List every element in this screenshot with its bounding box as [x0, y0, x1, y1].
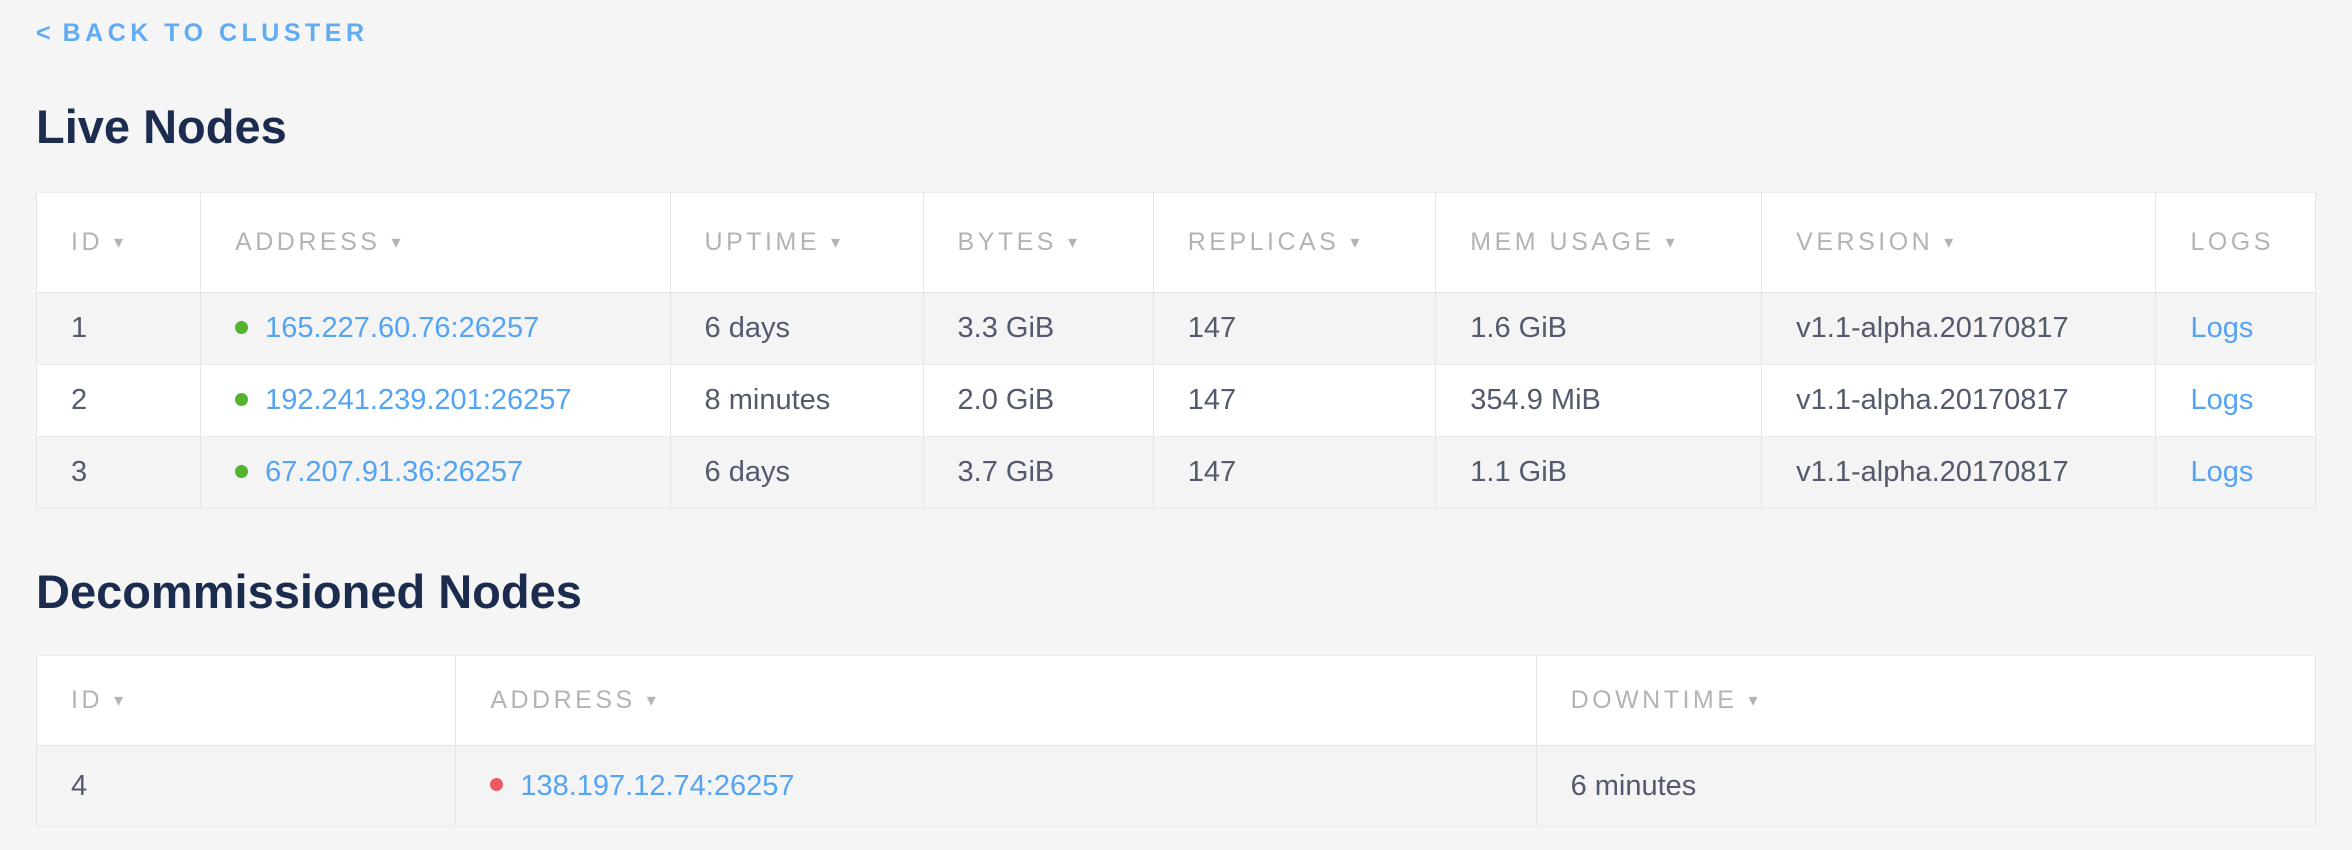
cell-logs: Logs: [2156, 437, 2316, 509]
sort-arrow-icon: ▾: [114, 232, 123, 252]
cell-uptime: 6 days: [670, 437, 923, 509]
column-label: ADDRESS: [490, 686, 635, 714]
logs-link[interactable]: Logs: [2190, 384, 2253, 416]
cell-id: 4: [37, 746, 456, 827]
sort-arrow-icon: ▾: [1350, 232, 1359, 252]
column-label: MEM USAGE: [1470, 228, 1654, 256]
column-label: REPLICAS: [1188, 228, 1340, 256]
cell-version: v1.1-alpha.20170817: [1762, 365, 2156, 437]
cell-bytes: 3.3 GiB: [923, 293, 1153, 365]
cell-address: 165.227.60.76:26257: [201, 293, 670, 365]
live-nodes-section: Live Nodes ID▾ADDRESS▾UPTIME▾BYTES▾REPLI…: [36, 100, 2316, 509]
address-link[interactable]: 138.197.12.74:26257: [520, 770, 794, 802]
cell-address: 67.207.91.36:26257: [201, 437, 670, 509]
live-status-icon: [235, 393, 248, 406]
column-header-mem_usage[interactable]: MEM USAGE ▾: [1436, 193, 1762, 293]
cell-uptime: 8 minutes: [670, 365, 923, 437]
live-nodes-table: ID▾ADDRESS▾UPTIME▾BYTES▾REPLICAS▾MEM USA…: [36, 192, 2316, 509]
column-header-id[interactable]: ID ▾: [37, 193, 201, 293]
cell-uptime: 6 days: [670, 293, 923, 365]
back-to-cluster-link[interactable]: < BACK TO CLUSTER: [36, 18, 369, 48]
cell-mem_usage: 1.6 GiB: [1436, 293, 1762, 365]
cell-id: 3: [37, 437, 201, 509]
live-status-icon: [235, 465, 248, 478]
cell-replicas: 147: [1153, 365, 1436, 437]
table-row: 1 165.227.60.76:26257 6 days3.3 GiB1471.6 …: [37, 293, 2316, 365]
sort-arrow-icon: ▾: [1666, 232, 1675, 252]
cell-bytes: 2.0 GiB: [923, 365, 1153, 437]
cell-replicas: 147: [1153, 437, 1436, 509]
cell-logs: Logs: [2156, 365, 2316, 437]
column-label: ID: [71, 228, 103, 256]
cell-version: v1.1-alpha.20170817: [1762, 293, 2156, 365]
cell-address: 192.241.239.201:26257: [201, 365, 670, 437]
address-link[interactable]: 165.227.60.76:26257: [265, 312, 539, 344]
cell-downtime: 6 minutes: [1536, 746, 2315, 827]
column-header-downtime[interactable]: DOWNTIME ▾: [1536, 656, 2315, 746]
logs-link[interactable]: Logs: [2190, 456, 2253, 488]
cell-id: 2: [37, 365, 201, 437]
column-header-uptime[interactable]: UPTIME ▾: [670, 193, 923, 293]
column-header-id[interactable]: ID ▾: [37, 656, 456, 746]
sort-arrow-icon: ▾: [114, 690, 123, 710]
column-header-address[interactable]: ADDRESS ▾: [456, 656, 1536, 746]
sort-arrow-icon: ▾: [391, 232, 400, 252]
column-header-replicas[interactable]: REPLICAS ▾: [1153, 193, 1436, 293]
table-row: 4 138.197.12.74:26257 6 minutes: [37, 746, 2316, 827]
decommissioned-status-icon: [490, 778, 503, 791]
decommissioned-nodes-section: Decommissioned Nodes ID▾ADDRESS▾DOWNTIME…: [36, 565, 2316, 827]
sort-arrow-icon: ▾: [1748, 690, 1757, 710]
cell-version: v1.1-alpha.20170817: [1762, 437, 2156, 509]
column-label: DOWNTIME: [1571, 686, 1738, 714]
column-header-bytes[interactable]: BYTES ▾: [923, 193, 1153, 293]
cell-mem_usage: 354.9 MiB: [1436, 365, 1762, 437]
back-chevron-icon: <: [36, 18, 51, 48]
column-label: VERSION: [1796, 228, 1933, 256]
sort-arrow-icon: ▾: [647, 690, 656, 710]
sort-arrow-icon: ▾: [1944, 232, 1953, 252]
live-status-icon: [235, 321, 248, 334]
table-row: 2 192.241.239.201:26257 8 minutes2.0 GiB14…: [37, 365, 2316, 437]
cell-replicas: 147: [1153, 293, 1436, 365]
column-label: UPTIME: [705, 228, 820, 256]
table-row: 3 67.207.91.36:26257 6 days3.7 GiB1471.1 G…: [37, 437, 2316, 509]
cell-address: 138.197.12.74:26257: [456, 746, 1536, 827]
live-nodes-title: Live Nodes: [36, 100, 2316, 154]
column-label: LOGS: [2190, 228, 2273, 256]
sort-arrow-icon: ▾: [1068, 232, 1077, 252]
column-header-logs: LOGS: [2156, 193, 2316, 293]
cell-id: 1: [37, 293, 201, 365]
cell-bytes: 3.7 GiB: [923, 437, 1153, 509]
cell-mem_usage: 1.1 GiB: [1436, 437, 1762, 509]
column-label: ID: [71, 686, 103, 714]
column-label: ADDRESS: [235, 228, 380, 256]
nodes-page: < BACK TO CLUSTER Live Nodes ID ▾ ADDRESS ▾…: [0, 0, 2352, 827]
back-link-label: BACK TO CLUSTER: [63, 18, 369, 48]
decommissioned-nodes-table: ID ▾ ADDRESS ▾ DOWNTIME ▾ 4 138.197.12.74:2625…: [36, 655, 2316, 827]
cell-logs: Logs: [2156, 293, 2316, 365]
address-link[interactable]: 192.241.239.201:26257: [265, 384, 571, 416]
column-header-version[interactable]: VERSION ▾: [1762, 193, 2156, 293]
column-header-address[interactable]: ADDRESS ▾: [201, 193, 670, 293]
column-label: BYTES: [958, 228, 1057, 256]
logs-link[interactable]: Logs: [2190, 312, 2253, 344]
sort-arrow-icon: ▾: [831, 232, 840, 252]
header-row: ID▾ADDRESS▾UPTIME▾BYTES▾REPLICAS▾MEM USA…: [37, 193, 2316, 293]
header-row: ID ▾ ADDRESS ▾ DOWNTIME ▾: [37, 656, 2316, 746]
address-link[interactable]: 67.207.91.36:26257: [265, 456, 523, 488]
decommissioned-nodes-title: Decommissioned Nodes: [36, 565, 2316, 619]
